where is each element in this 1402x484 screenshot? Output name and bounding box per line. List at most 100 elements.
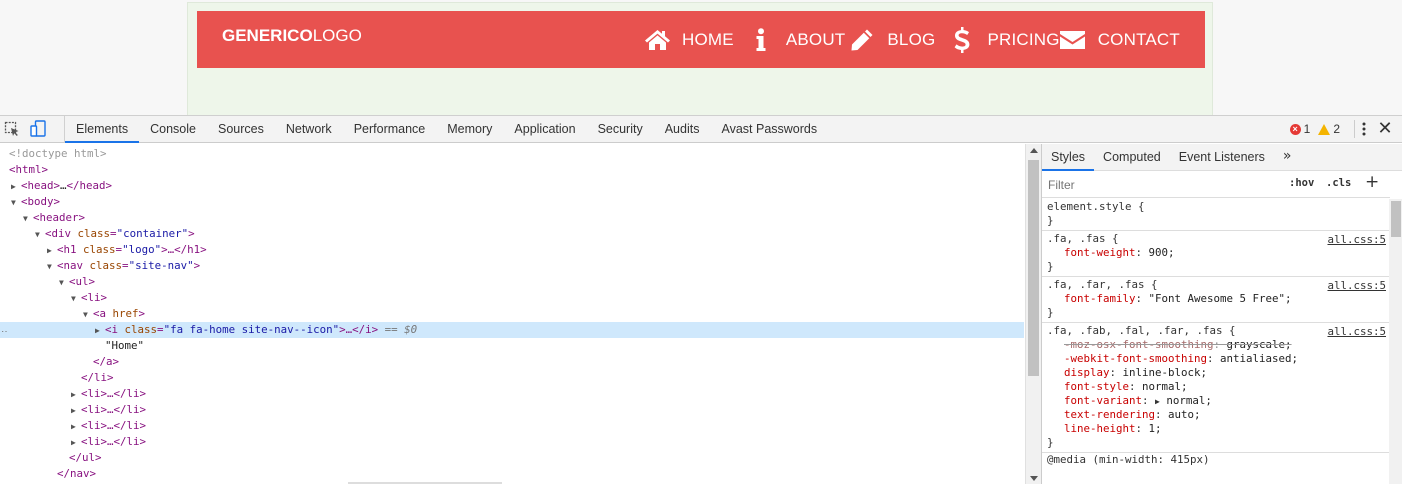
nav-label-about: ABOUT: [785, 29, 846, 49]
collapse-arrow-icon[interactable]: ▼: [59, 275, 69, 291]
style-property[interactable]: -webkit-font-smoothing: antialiased;: [1047, 352, 1389, 366]
tree-line-li-4[interactable]: ▶ <li>…</li>: [0, 418, 1024, 434]
header-tag: <header>: [33, 211, 86, 224]
tree-line-h1[interactable]: ▶ <h1 class="logo">…</h1>: [0, 242, 1024, 258]
tree-line-a-close[interactable]: </a>: [0, 354, 1024, 370]
expand-arrow-icon[interactable]: ▶: [71, 419, 81, 435]
rule-fa-far-fas[interactable]: .fa, .far, .fas { all.css:5 font-family:…: [1042, 277, 1389, 323]
nav-link-pricing[interactable]: PRICING: [947, 26, 1059, 54]
tree-line-li-close[interactable]: </li>: [0, 370, 1024, 386]
tree-line-i-selected[interactable]: ‥ ▶ <i class="fa fa-home site-nav--icon">……: [0, 322, 1024, 338]
expand-arrow-icon[interactable]: ▶: [95, 323, 105, 339]
style-property[interactable]: display: inline-block;: [1047, 366, 1389, 380]
tree-line-text[interactable]: "Home": [0, 338, 1024, 354]
tree-line-head[interactable]: ▶ <head>…</head>: [0, 178, 1024, 194]
styles-scrollbar[interactable]: [1389, 199, 1402, 484]
device-toolbar-icon[interactable]: [29, 120, 47, 138]
tree-line-ul[interactable]: ▼ <ul>: [0, 274, 1024, 290]
styles-filter-input[interactable]: [1045, 175, 1280, 194]
tree-line-div[interactable]: ▼ <div class="container">: [0, 226, 1024, 242]
rule-element-style[interactable]: element.style { }: [1042, 199, 1389, 231]
more-tabs-icon[interactable]: »: [1274, 144, 1301, 171]
tab-sources[interactable]: Sources: [207, 116, 275, 143]
nav-label-blog: BLOG: [887, 29, 936, 49]
rule-source-link[interactable]: all.css:5: [1327, 233, 1386, 246]
collapse-arrow-icon[interactable]: ▼: [23, 211, 33, 227]
more-options-icon[interactable]: [1354, 120, 1368, 138]
elements-scroll-thumb[interactable]: [1028, 160, 1039, 376]
console-status[interactable]: × 1 2: [1289, 122, 1340, 136]
property-name: -webkit-font-smoothing: [1064, 352, 1208, 365]
property-value: auto;: [1168, 408, 1201, 421]
nav-link-about[interactable]: ABOUT: [746, 26, 846, 54]
nav-close-tag: </nav>: [57, 467, 97, 480]
elements-scrollbar[interactable]: [1025, 144, 1041, 484]
style-property[interactable]: font-variant: ▶ normal;: [1047, 394, 1389, 408]
scroll-down-arrow-icon[interactable]: [1030, 476, 1038, 481]
tab-application[interactable]: Application: [503, 116, 586, 143]
expand-arrow-icon[interactable]: ▶: [71, 403, 81, 419]
tab-network[interactable]: Network: [275, 116, 343, 143]
expand-arrow-icon[interactable]: ▶: [47, 243, 57, 259]
expand-arrow-icon[interactable]: ▶: [11, 179, 21, 195]
rule-fa-fas[interactable]: .fa, .fas { all.css:5 font-weight: 900; …: [1042, 231, 1389, 277]
property-name: -moz-osx-font-smoothing: [1064, 338, 1214, 351]
tab-console[interactable]: Console: [139, 116, 207, 143]
rule-source-link[interactable]: all.css:5: [1327, 325, 1386, 338]
collapse-arrow-icon[interactable]: ▼: [11, 195, 21, 211]
collapse-arrow-icon[interactable]: ▼: [35, 227, 45, 243]
style-property[interactable]: font-family: "Font Awesome 5 Free";: [1047, 292, 1389, 306]
tree-line-ul-close[interactable]: </ul>: [0, 450, 1024, 466]
expand-arrow-icon[interactable]: ▶: [71, 387, 81, 403]
tree-line-li[interactable]: ▼ <li>: [0, 290, 1024, 306]
rule-source-link[interactable]: all.css:5: [1327, 279, 1386, 292]
new-rule-icon[interactable]: +: [1365, 172, 1379, 192]
tab-audits[interactable]: Audits: [654, 116, 711, 143]
row-dots-icon[interactable]: ‥: [1, 322, 8, 338]
inspect-element-icon[interactable]: [3, 120, 21, 138]
style-property-overridden[interactable]: -moz-osx-font-smoothing: grayscale;: [1047, 338, 1389, 352]
style-property[interactable]: font-weight: 900;: [1047, 246, 1389, 260]
elements-tree-panel: <!doctype html> <html> ▶ <head>…</head> ▼…: [0, 144, 1024, 484]
tree-line-header[interactable]: ▼ <header>: [0, 210, 1024, 226]
tab-security[interactable]: Security: [587, 116, 654, 143]
tab-event-listeners[interactable]: Event Listeners: [1170, 144, 1274, 171]
nav-label-home: HOME: [682, 29, 734, 49]
expand-arrow-icon[interactable]: ▶: [71, 435, 81, 451]
close-devtools-icon[interactable]: ✕: [1376, 119, 1394, 139]
tab-styles[interactable]: Styles: [1042, 144, 1095, 171]
collapse-arrow-icon[interactable]: ▼: [47, 259, 57, 275]
scroll-up-arrow-icon[interactable]: [1030, 148, 1038, 153]
style-property[interactable]: font-style: normal;: [1047, 380, 1389, 394]
warning-icon: [1318, 123, 1331, 135]
tree-line-li-5[interactable]: ▶ <li>…</li>: [0, 434, 1024, 450]
tree-line-nav[interactable]: ▼ <nav class="site-nav">: [0, 258, 1024, 274]
style-property[interactable]: text-rendering: auto;: [1047, 408, 1389, 422]
property-value: 1;: [1148, 422, 1162, 435]
hover-state-button[interactable]: :hov: [1289, 177, 1314, 189]
tree-line-li-2[interactable]: ▶ <li>…</li>: [0, 386, 1024, 402]
tree-line-doctype[interactable]: <!doctype html>: [0, 146, 1024, 162]
styles-scroll-thumb[interactable]: [1391, 201, 1401, 237]
style-property[interactable]: line-height: 1;: [1047, 422, 1389, 436]
tree-line-li-3[interactable]: ▶ <li>…</li>: [0, 402, 1024, 418]
tree-line-a[interactable]: ▼ <a href>: [0, 306, 1024, 322]
tree-line-html[interactable]: <html>: [0, 162, 1024, 178]
head-tag: <head>: [21, 179, 61, 192]
tab-performance[interactable]: Performance: [343, 116, 437, 143]
site-logo[interactable]: GENERICOLOGO: [222, 26, 362, 46]
collapse-arrow-icon[interactable]: ▼: [83, 307, 93, 323]
collapse-arrow-icon[interactable]: ▼: [71, 291, 81, 307]
nav-link-contact[interactable]: CONTACT: [1060, 26, 1180, 54]
tab-avast-passwords[interactable]: Avast Passwords: [710, 116, 828, 143]
expand-triangle-icon[interactable]: ▶: [1155, 397, 1160, 406]
tree-line-body[interactable]: ▼ <body>: [0, 194, 1024, 210]
nav-link-blog[interactable]: BLOG: [851, 26, 936, 54]
nav-link-home[interactable]: HOME: [642, 26, 734, 54]
tab-memory[interactable]: Memory: [436, 116, 503, 143]
rule-fa-fab-fal-far-fas[interactable]: .fa, .fab, .fal, .far, .fas { all.css:5 …: [1042, 323, 1389, 453]
tree-line-nav-close[interactable]: </nav>: [0, 466, 1024, 482]
class-toggle-button[interactable]: .cls: [1326, 177, 1351, 189]
tab-elements[interactable]: Elements: [65, 116, 140, 143]
tab-computed[interactable]: Computed: [1094, 144, 1170, 171]
